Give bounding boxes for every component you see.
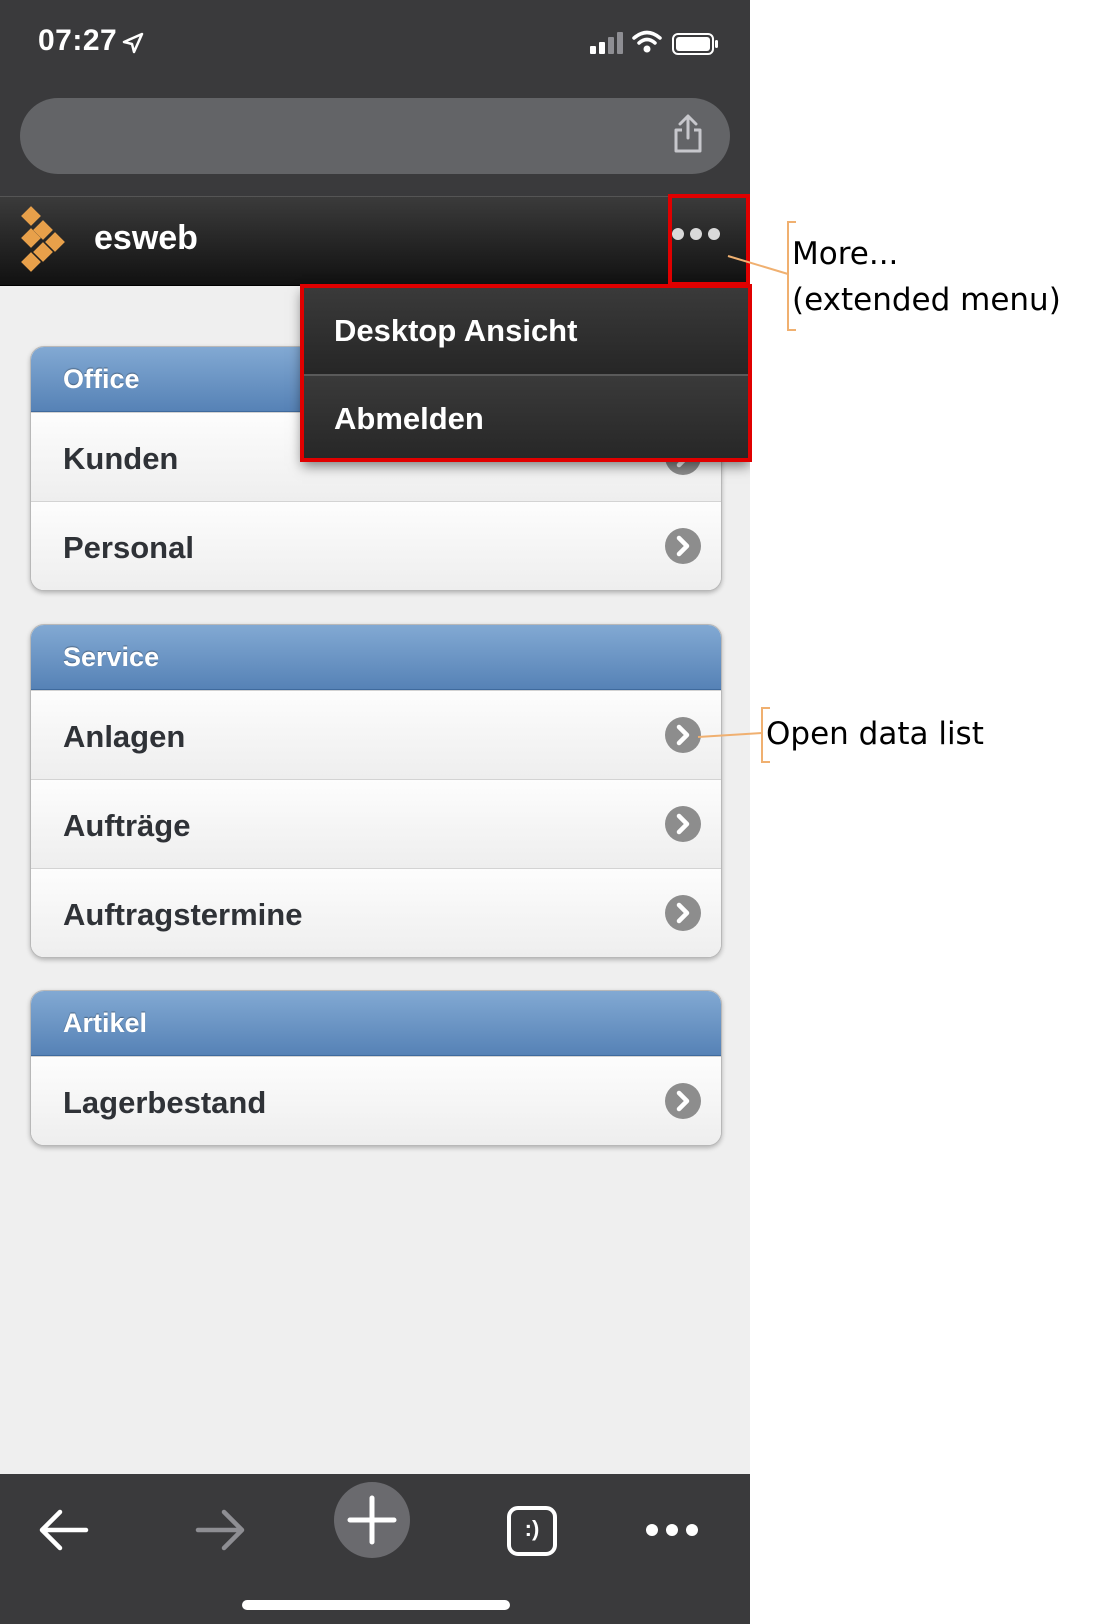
annotation-lines [697,221,796,763]
annotation-extended-menu: (extended menu) [792,282,1061,318]
annotation-open-data-list: Open data list [766,716,984,752]
annotation-more: More... [792,236,899,272]
